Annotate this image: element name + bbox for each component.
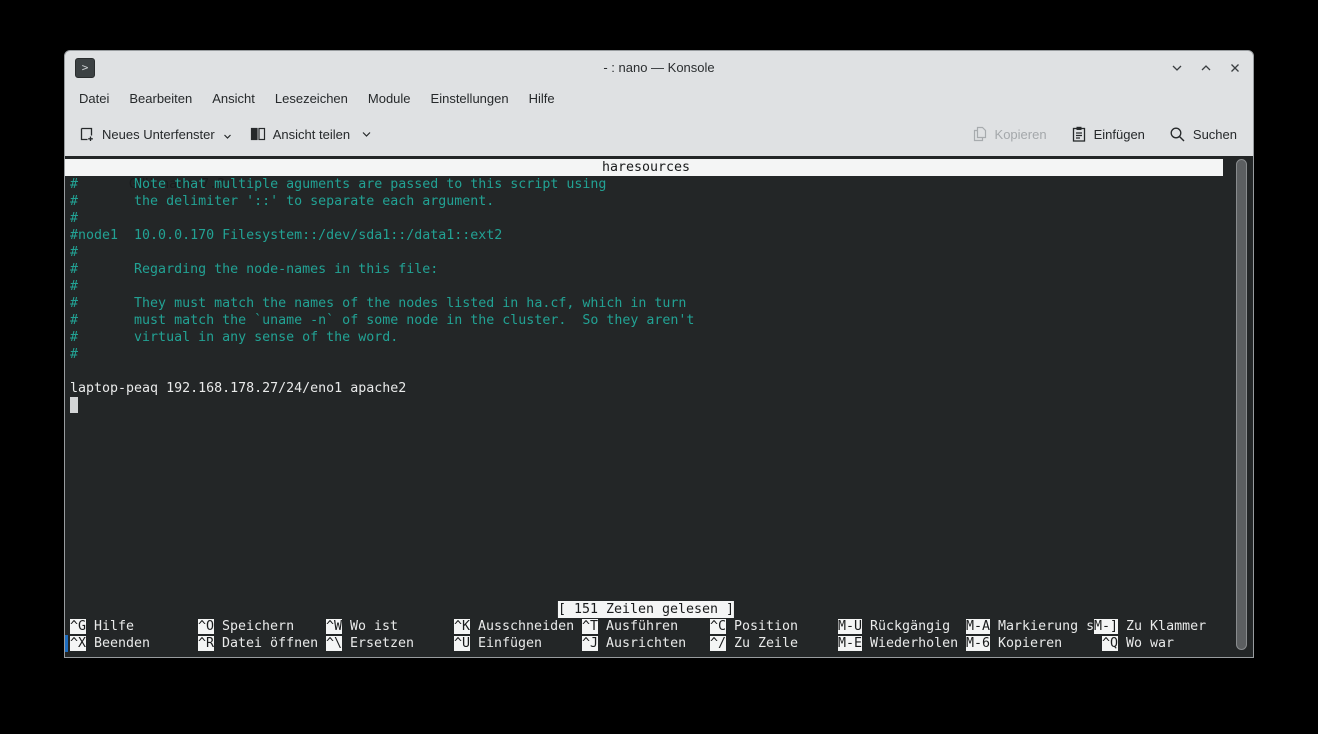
shortcut-key: ^O [198, 619, 214, 634]
menu-ansicht[interactable]: Ansicht [202, 87, 265, 110]
copy-label: Kopieren [995, 127, 1047, 142]
titlebar[interactable]: > - : nano — Konsole [65, 51, 1253, 84]
nano-status-message: [ 151 Zeilen gelesen ] [558, 601, 734, 618]
shortcut-key: M-A [966, 619, 990, 634]
maximize-button[interactable] [1198, 60, 1214, 76]
split-view-button[interactable]: Ansicht teilen [250, 126, 372, 142]
copy-icon [972, 126, 988, 142]
nano-shortcut: ^W Wo ist [326, 618, 454, 635]
nano-shortcut: M-A Markierung s [966, 618, 1094, 635]
new-tab-icon [79, 126, 95, 142]
nano-shortcut: ^\ Ersetzen [326, 635, 454, 652]
terminal-line: # [70, 244, 78, 261]
nano-titlebar: GNU nano 7.2 haresources [65, 159, 1223, 176]
paste-label: Einfügen [1094, 127, 1145, 142]
konsole-icon: > [75, 58, 95, 78]
terminal-line: # virtual in any sense of the word. [70, 329, 398, 346]
toolbar: Neues Unterfenster Ansicht teilen Kopier… [65, 112, 1253, 156]
terminal-line: laptop-peaq 192.168.178.27/24/eno1 apach… [70, 380, 406, 397]
chevron-down-icon [223, 133, 232, 140]
nano-shortcut: ^U Einfügen [454, 635, 582, 652]
new-tab-label: Neues Unterfenster [102, 127, 215, 142]
shortcut-key: M-6 [966, 636, 990, 651]
nano-shortcut: ^J Ausrichten [582, 635, 710, 652]
copy-button: Kopieren [972, 126, 1047, 142]
nano-shortcuts-row2: ^X Beenden^R Datei öffnen^\ Ersetzen^U E… [70, 635, 1230, 652]
scrollbar-thumb[interactable] [1236, 159, 1247, 650]
shortcut-key: ^G [70, 619, 86, 634]
menu-datei[interactable]: Datei [69, 87, 119, 110]
nano-filename: haresources [602, 159, 690, 176]
window-title: - : nano — Konsole [65, 60, 1253, 75]
nano-shortcut: ^T Ausführen [582, 618, 710, 635]
shortcut-key: ^Q [1102, 636, 1118, 651]
paste-icon [1071, 126, 1087, 142]
konsole-window: > - : nano — Konsole Datei Bearbeiten An… [64, 50, 1254, 658]
menu-bearbeiten[interactable]: Bearbeiten [119, 87, 202, 110]
shortcut-key: ^U [454, 636, 470, 651]
nano-shortcut: ^X Beenden [70, 635, 198, 652]
menubar: Datei Bearbeiten Ansicht Lesezeichen Mod… [65, 84, 1253, 112]
menu-hilfe[interactable]: Hilfe [519, 87, 565, 110]
menu-einstellungen[interactable]: Einstellungen [421, 87, 519, 110]
shortcut-key: ^\ [326, 636, 342, 651]
search-button[interactable]: Suchen [1169, 126, 1237, 143]
shortcut-key: ^X [70, 636, 86, 651]
terminal[interactable]: GNU nano 7.2 haresources # Note that mul… [65, 156, 1253, 657]
menu-lesezeichen[interactable]: Lesezeichen [265, 87, 358, 110]
terminal-line: # [70, 278, 78, 295]
search-icon [1169, 126, 1186, 143]
paste-button[interactable]: Einfügen [1071, 126, 1145, 142]
shortcut-key: M-E [838, 636, 862, 651]
terminal-cursor [70, 397, 78, 413]
terminal-line: # must match the `uname -n` of some node… [70, 312, 694, 329]
terminal-line: # the delimiter '::' to separate each ar… [70, 193, 494, 210]
nano-shortcut: M-6 Kopieren [966, 635, 1094, 652]
terminal-line: # [70, 210, 78, 227]
shortcut-key: ^T [582, 619, 598, 634]
nano-shortcut: ^G Hilfe [70, 618, 198, 635]
maximize-icon [1199, 61, 1213, 75]
split-view-icon [250, 126, 266, 142]
shortcut-key: ^W [326, 619, 342, 634]
nano-shortcut: ^O Speichern [198, 618, 326, 635]
nano-shortcut: ^R Datei öffnen [198, 635, 326, 652]
activity-indicator [65, 635, 68, 652]
nano-shortcut: M-E Wiederholen [838, 635, 966, 652]
shortcut-key: M-U [838, 619, 862, 634]
shortcut-key: M-] [1094, 619, 1118, 634]
nano-shortcut: ^/ Zu Zeile [710, 635, 838, 652]
nano-shortcut: ^C Position [710, 618, 838, 635]
terminal-line: # [70, 346, 78, 363]
nano-shortcut: M-U Rückgängig [838, 618, 966, 635]
chevron-down-icon [361, 130, 372, 138]
shortcut-key: ^J [582, 636, 598, 651]
terminal-line: # Note that multiple aguments are passed… [70, 176, 606, 193]
search-label: Suchen [1193, 127, 1237, 142]
minimize-icon [1170, 61, 1184, 75]
shortcut-key: ^C [710, 619, 726, 634]
close-icon [1228, 61, 1242, 75]
shortcut-key: ^R [198, 636, 214, 651]
close-button[interactable] [1227, 60, 1243, 76]
nano-shortcut: ^Q Wo war [1094, 635, 1230, 652]
split-view-label: Ansicht teilen [273, 127, 350, 142]
minimize-button[interactable] [1169, 60, 1185, 76]
nano-shortcut: ^K Ausschneiden [454, 618, 582, 635]
shortcut-key: ^K [454, 619, 470, 634]
nano-shortcuts-row1: ^G Hilfe^O Speichern^W Wo ist^K Ausschne… [70, 618, 1222, 635]
nano-shortcut: M-] Zu Klammer [1094, 618, 1222, 635]
menu-module[interactable]: Module [358, 87, 421, 110]
terminal-line: # Regarding the node-names in this file: [70, 261, 438, 278]
window-controls [1169, 60, 1243, 76]
terminal-line: #node1 10.0.0.170 Filesystem::/dev/sda1:… [70, 227, 502, 244]
new-tab-button[interactable]: Neues Unterfenster [79, 126, 232, 142]
shortcut-key: ^/ [710, 636, 726, 651]
terminal-line: # They must match the names of the nodes… [70, 295, 686, 312]
